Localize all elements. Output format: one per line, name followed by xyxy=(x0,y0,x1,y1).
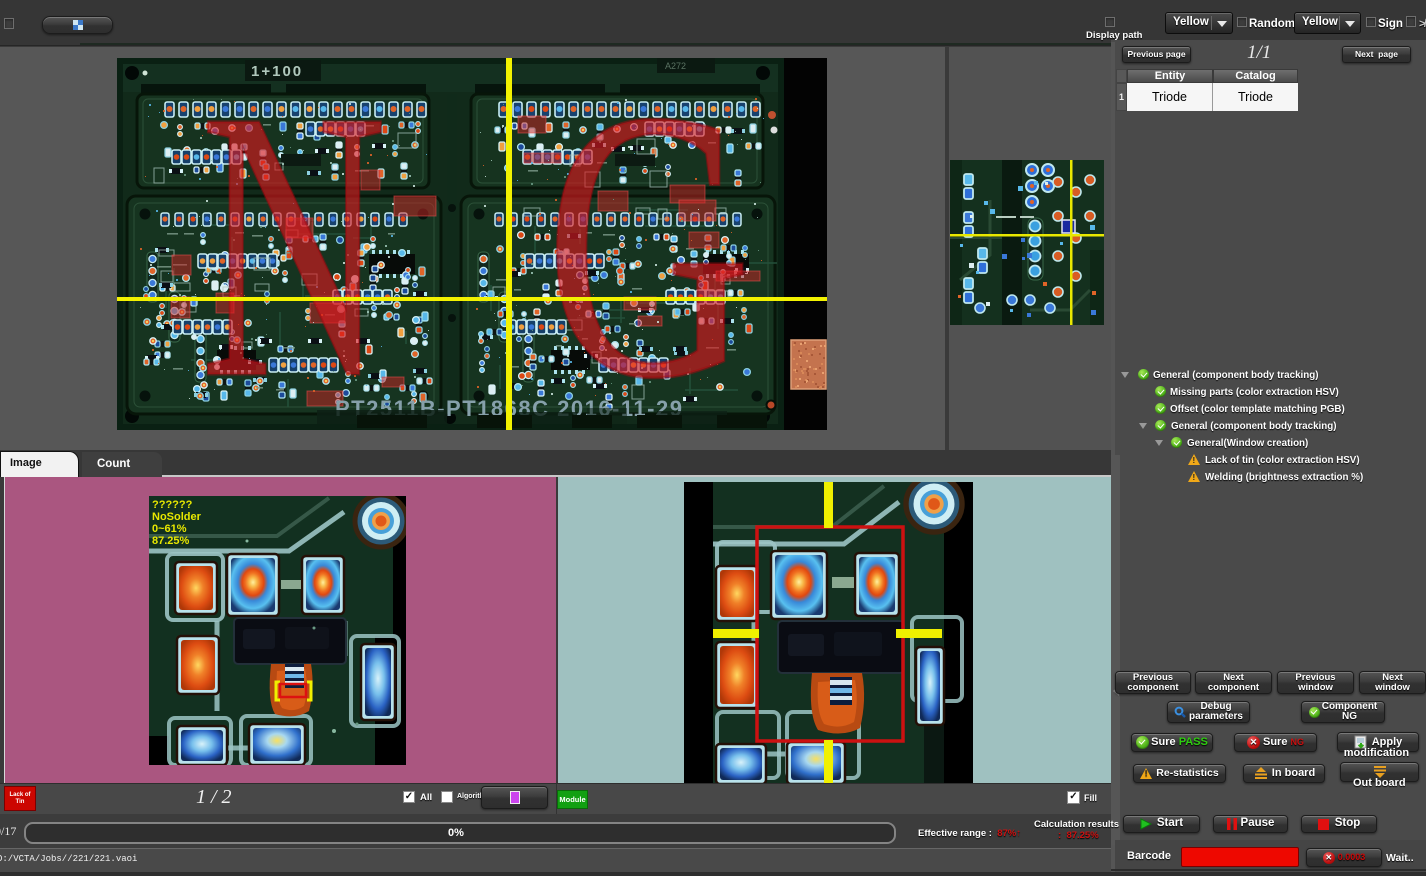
svg-text:87.25%: 87.25% xyxy=(152,535,190,547)
svg-text:??????: ?????? xyxy=(152,499,193,511)
svg-text:N: N xyxy=(201,58,387,430)
svg-text:G: G xyxy=(546,58,752,430)
svg-text:0~61%: 0~61% xyxy=(152,523,187,535)
svg-text:NoSolder: NoSolder xyxy=(152,511,202,523)
